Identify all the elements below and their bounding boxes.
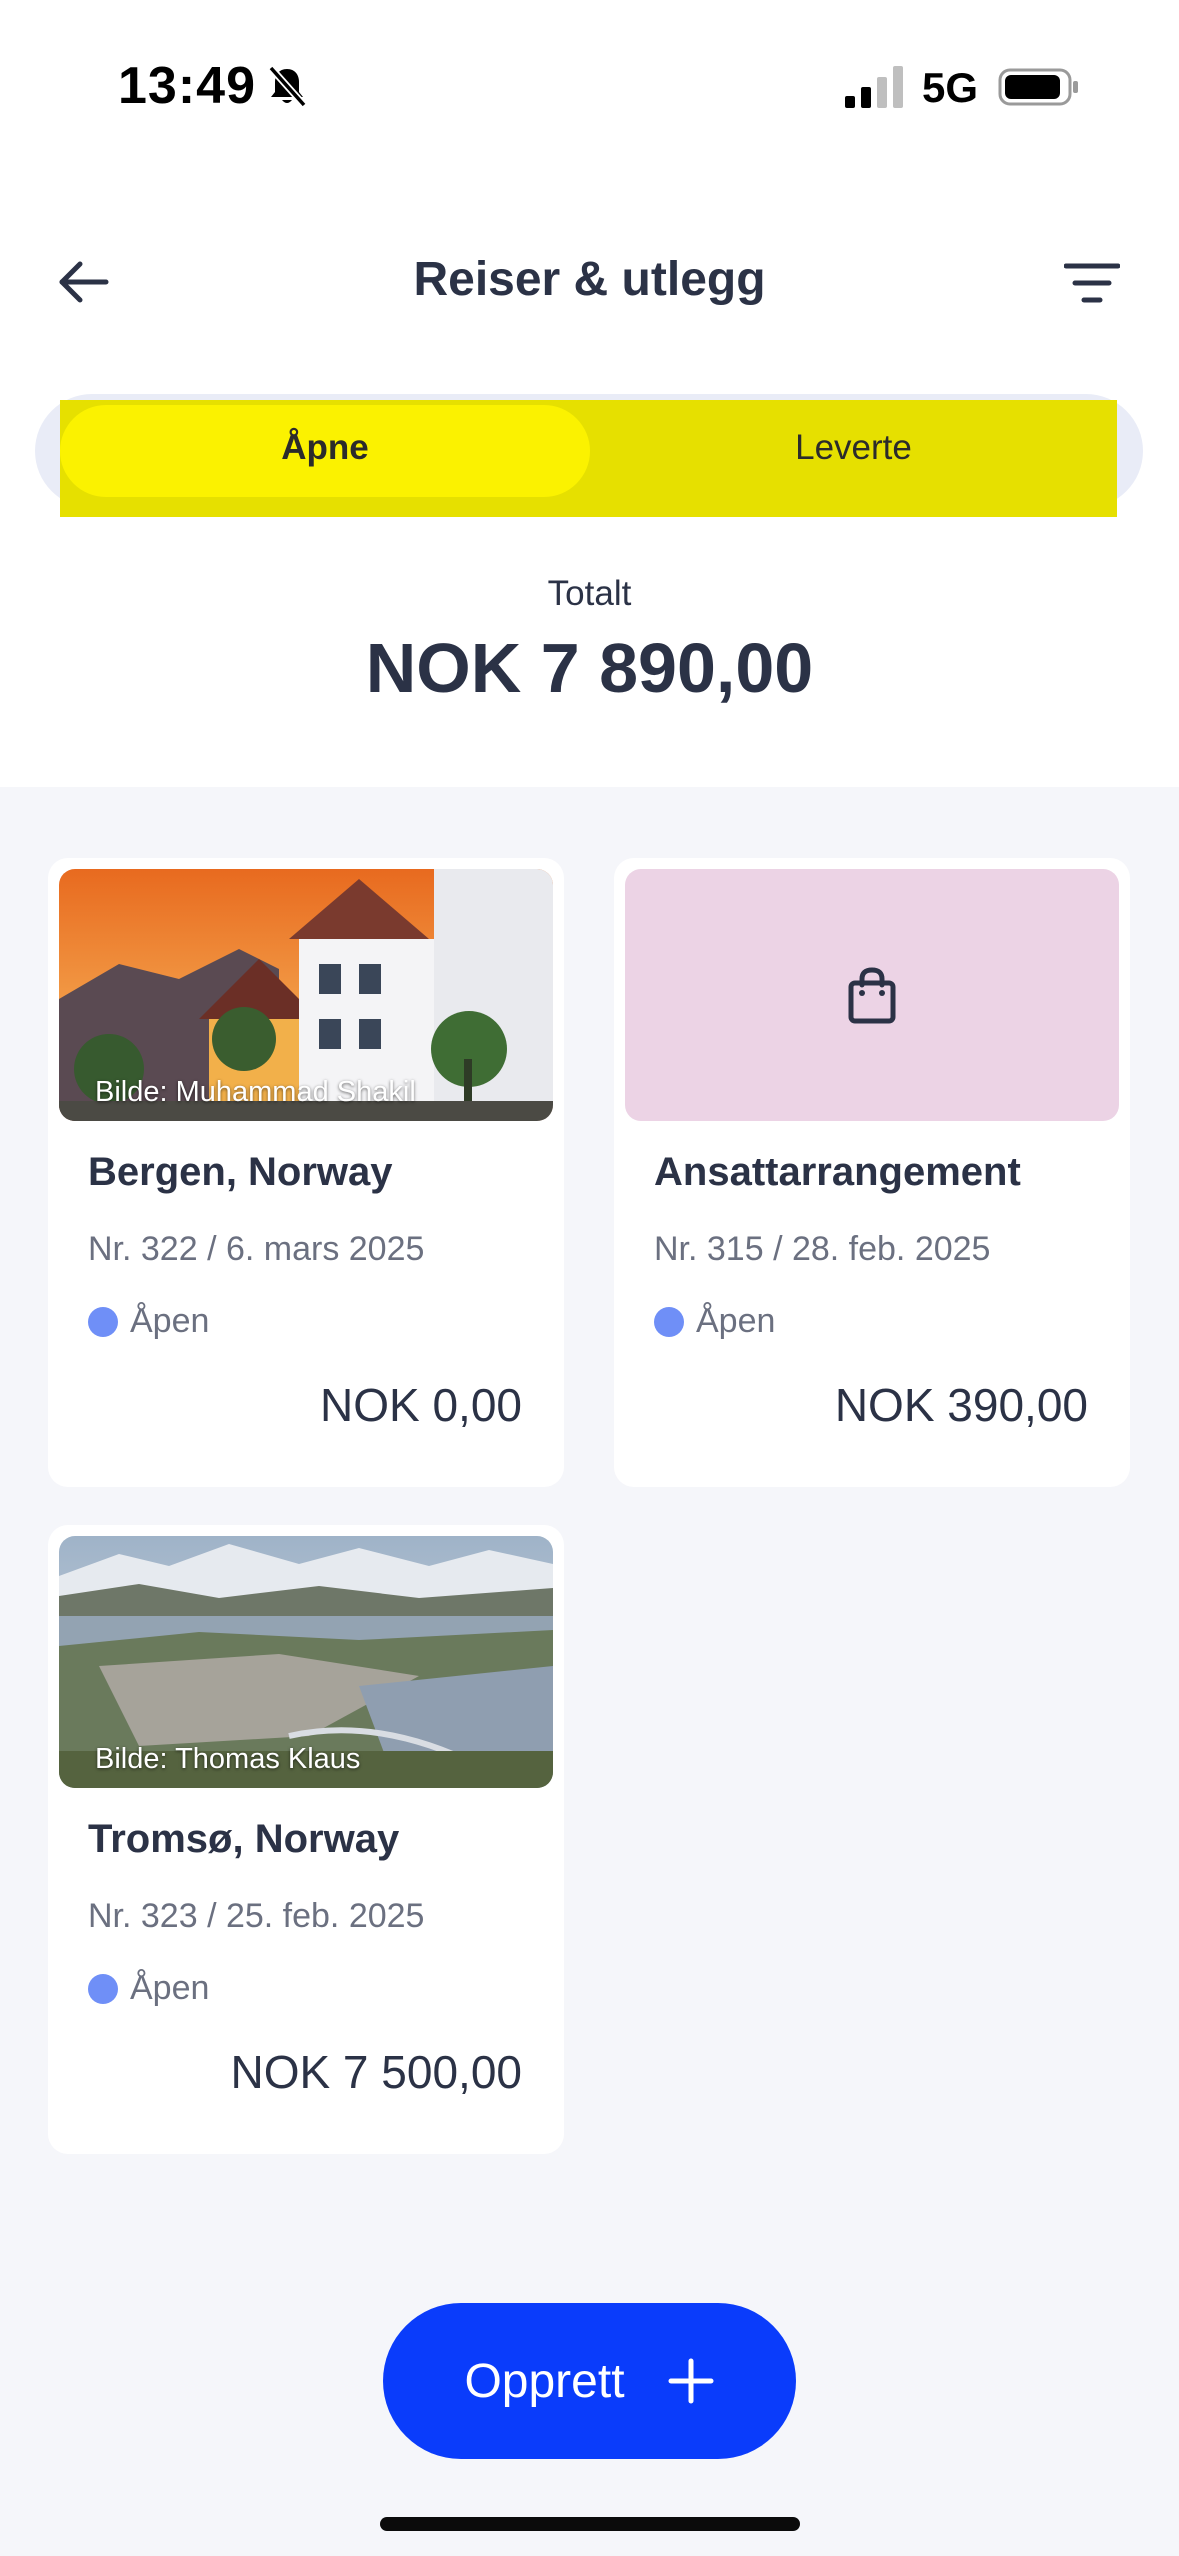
card-meta: Nr. 323 / 25. feb. 2025: [88, 1897, 425, 1935]
tromso-photo: Bilde: Thomas Klaus: [59, 1536, 553, 1788]
trip-card-bergen[interactable]: Bilde: Muhammad Shakil Bergen, Norway Nr…: [48, 858, 564, 1487]
status-badge: Åpen: [654, 1302, 775, 1341]
tab-leverte[interactable]: Leverte: [590, 428, 1117, 468]
status-time: 13:49: [118, 57, 256, 115]
status-badge: Åpen: [88, 1302, 209, 1341]
status-dot-icon: [654, 1306, 684, 1337]
card-amount: NOK 390,00: [834, 1379, 1088, 1431]
filter-icon[interactable]: [1064, 260, 1120, 306]
cellular-signal-icon: [845, 66, 903, 108]
create-button-label: Opprett: [464, 2354, 625, 2408]
status-label: Åpen: [130, 1302, 210, 1340]
status-badge: Åpen: [88, 1969, 209, 2008]
card-title: Tromsø, Norway: [88, 1817, 400, 1861]
network-type: 5G: [922, 64, 979, 111]
trip-card-ansattarrangement[interactable]: Ansattarrangement Nr. 315 / 28. feb. 202…: [614, 858, 1130, 1487]
card-meta: Nr. 315 / 28. feb. 2025: [654, 1230, 991, 1268]
status-label: Åpen: [130, 1969, 210, 2007]
trip-card-tromso[interactable]: Bilde: Thomas Klaus Tromsø, Norway Nr. 3…: [48, 1525, 564, 2154]
bell-muted-icon: [268, 65, 307, 108]
bergen-photo: Bilde: Muhammad Shakil: [59, 869, 553, 1121]
page-title: Reiser & utlegg: [413, 253, 766, 306]
card-title: Ansattarrangement: [654, 1150, 1021, 1194]
home-indicator[interactable]: [380, 2517, 800, 2531]
total-label: Totalt: [547, 574, 632, 613]
total-amount: NOK 7 890,00: [365, 629, 814, 707]
create-button[interactable]: Opprett: [383, 2303, 796, 2459]
card-meta: Nr. 322 / 6. mars 2025: [88, 1230, 425, 1268]
card-amount: NOK 7 500,00: [230, 2046, 522, 2098]
card-title: Bergen, Norway: [88, 1150, 393, 1194]
status-label: Åpen: [696, 1302, 776, 1340]
status-dot-icon: [88, 1306, 118, 1337]
photo-credit: Bilde: Muhammad Shakil: [95, 1076, 416, 1108]
plus-icon: [668, 2358, 714, 2404]
expense-placeholder: [625, 869, 1119, 1121]
status-dot-icon: [88, 1973, 118, 2004]
photo-credit: Bilde: Thomas Klaus: [95, 1743, 361, 1775]
battery-icon: [998, 68, 1078, 106]
shopping-bag-icon: [848, 967, 896, 1024]
tab-apne-label[interactable]: Åpne: [60, 428, 590, 468]
card-amount: NOK 0,00: [320, 1379, 522, 1431]
